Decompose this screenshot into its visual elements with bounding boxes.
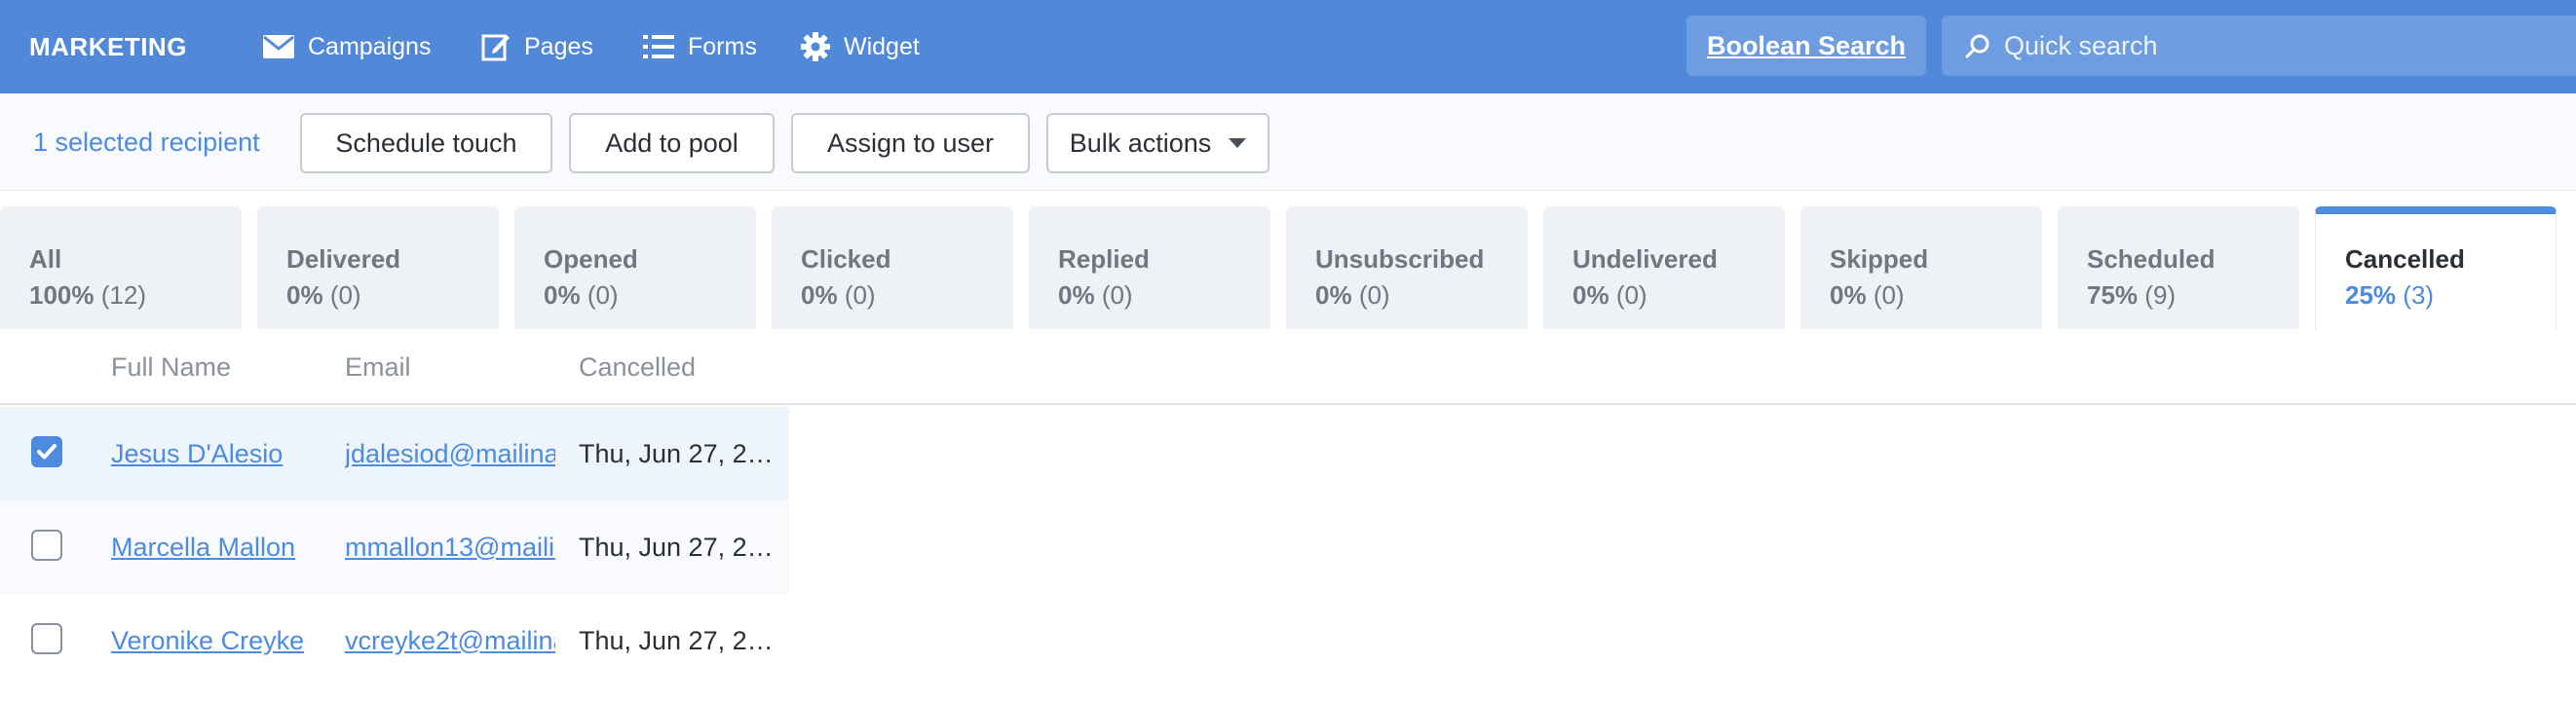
edit-page-icon xyxy=(481,34,510,61)
tab-unsubscribed[interactable]: Unsubscribed 0% (0) xyxy=(1286,206,1528,329)
nav-forms[interactable]: Forms xyxy=(643,0,757,93)
tab-opened[interactable]: Opened 0% (0) xyxy=(514,206,756,329)
tab-clicked[interactable]: Clicked 0% (0) xyxy=(772,206,1013,329)
bulk-actions-dropdown[interactable]: Bulk actions xyxy=(1046,113,1269,173)
assign-to-user-button[interactable]: Assign to user xyxy=(791,113,1030,173)
row-checkbox[interactable] xyxy=(31,530,62,561)
gear-icon xyxy=(801,32,830,61)
tab-replied[interactable]: Replied 0% (0) xyxy=(1029,206,1270,329)
tab-percent: 25% xyxy=(2345,280,2397,310)
recipient-name-link[interactable]: Jesus D'Alesio xyxy=(111,439,283,469)
brand-logo[interactable]: MARKETING xyxy=(29,0,187,93)
quick-search-input[interactable] xyxy=(2004,21,2550,70)
envelope-icon xyxy=(263,35,294,58)
tab-percent: 0% xyxy=(1058,280,1095,310)
table-row: Jesus D'Alesio jdalesiod@mailinator.com … xyxy=(0,407,789,500)
recipient-email-link[interactable]: vcreyke2t@mailinator.com xyxy=(345,626,555,656)
table-row: Veronike Creyke vcreyke2t@mailinator.com… xyxy=(0,594,789,687)
tab-percent: 0% xyxy=(1830,280,1867,310)
tab-label: Undelivered xyxy=(1572,244,1718,274)
tab-all[interactable]: All 100% (12) xyxy=(0,206,242,329)
tab-label: Opened xyxy=(544,244,638,274)
recipient-email-link[interactable]: jdalesiod@mailinator.com xyxy=(345,439,555,469)
tab-label: All xyxy=(29,244,62,274)
tab-label: Replied xyxy=(1058,244,1150,274)
cancelled-date: Thu, Jun 27, 2… xyxy=(579,532,774,562)
tab-label: Cancelled xyxy=(2345,244,2465,274)
tab-percent: 75% xyxy=(2087,280,2139,310)
tab-scheduled[interactable]: Scheduled 75% (9) xyxy=(2058,206,2299,329)
caret-down-icon xyxy=(1229,138,1247,148)
action-bar: 1 selected recipient Schedule touch Add … xyxy=(0,93,2576,191)
bulk-actions-label: Bulk actions xyxy=(1069,128,1212,158)
tab-percent: 0% xyxy=(1572,280,1610,310)
tab-label: Delivered xyxy=(286,244,401,274)
nav-campaigns-label: Campaigns xyxy=(308,32,432,60)
recipient-email-link[interactable]: mmallon13@mailinator.com xyxy=(345,533,555,563)
schedule-touch-button[interactable]: Schedule touch xyxy=(300,113,552,173)
tab-label: Scheduled xyxy=(2087,244,2216,274)
tab-count: (0) xyxy=(329,280,361,310)
row-checkbox[interactable] xyxy=(31,623,62,654)
tab-count: (12) xyxy=(100,280,146,310)
tab-percent: 0% xyxy=(801,280,838,310)
tab-label: Unsubscribed xyxy=(1315,244,1485,274)
tab-percent: 100% xyxy=(29,280,95,310)
tab-label: Clicked xyxy=(801,244,891,274)
tab-count: (9) xyxy=(2144,280,2177,310)
row-checkbox[interactable] xyxy=(31,436,62,467)
table-header: Full Name Email Cancelled xyxy=(0,329,2576,405)
tab-undelivered[interactable]: Undelivered 0% (0) xyxy=(1543,206,1785,329)
tab-delivered[interactable]: Delivered 0% (0) xyxy=(257,206,499,329)
column-header-email[interactable]: Email xyxy=(345,329,411,405)
tab-percent: 0% xyxy=(544,280,581,310)
tab-count: (0) xyxy=(844,280,876,310)
tab-count: (3) xyxy=(2403,280,2435,310)
add-to-pool-button[interactable]: Add to pool xyxy=(569,113,775,173)
tab-count: (0) xyxy=(1101,280,1133,310)
tab-skipped[interactable]: Skipped 0% (0) xyxy=(1800,206,2042,329)
tab-cancelled[interactable]: Cancelled 25% (3) xyxy=(2315,206,2557,329)
nav-campaigns[interactable]: Campaigns xyxy=(263,0,431,93)
search-icon xyxy=(1965,34,1989,58)
tab-count: (0) xyxy=(1873,280,1905,310)
column-header-full-name[interactable]: Full Name xyxy=(111,329,231,405)
tab-count: (0) xyxy=(1358,280,1390,310)
selected-recipient-count: 1 selected recipient xyxy=(33,127,260,157)
cancelled-date: Thu, Jun 27, 2… xyxy=(579,438,774,468)
nav-widget[interactable]: Widget xyxy=(801,0,920,93)
tab-percent: 0% xyxy=(1315,280,1352,310)
recipient-name-link[interactable]: Veronike Creyke xyxy=(111,626,304,656)
column-header-cancelled[interactable]: Cancelled xyxy=(579,329,696,405)
nav-pages[interactable]: Pages xyxy=(481,0,593,93)
nav-widget-label: Widget xyxy=(844,32,920,60)
quick-search xyxy=(1942,16,2576,76)
status-tabs: All 100% (12) Delivered 0% (0) Opened 0%… xyxy=(0,206,2576,329)
nav-forms-label: Forms xyxy=(688,32,757,60)
recipient-name-link[interactable]: Marcella Mallon xyxy=(111,533,295,563)
tab-label: Skipped xyxy=(1830,244,1929,274)
list-icon xyxy=(643,35,674,58)
tab-count: (0) xyxy=(1615,280,1648,310)
checkmark-icon xyxy=(37,444,57,460)
table-row: Marcella Mallon mmallon13@mailinator.com… xyxy=(0,500,789,594)
tab-percent: 0% xyxy=(286,280,323,310)
boolean-search-button[interactable]: Boolean Search xyxy=(1686,16,1926,76)
cancelled-date: Thu, Jun 27, 2… xyxy=(579,625,774,655)
nav-pages-label: Pages xyxy=(524,32,593,60)
tab-count: (0) xyxy=(587,280,619,310)
top-nav: MARKETING Campaigns Pages Forms Widget B… xyxy=(0,0,2576,93)
